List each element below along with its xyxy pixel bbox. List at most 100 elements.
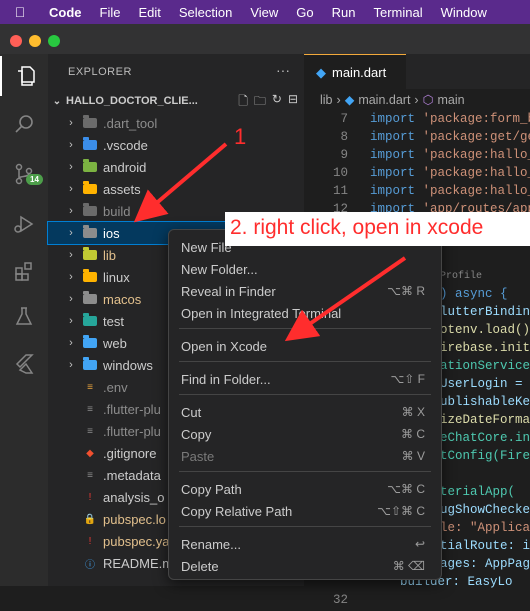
run-debug-icon[interactable]	[0, 204, 48, 244]
menu-item-label: Open in Xcode	[181, 338, 268, 354]
menu-view[interactable]: View	[241, 5, 287, 20]
menu-item-label: Delete	[181, 558, 219, 574]
menu-separator	[179, 328, 431, 329]
code-line: 7 import 'package:form_b	[304, 112, 530, 130]
menu-selection[interactable]: Selection	[170, 5, 241, 20]
menu-item-paste: Paste ⌘ V	[169, 445, 441, 467]
menu-item-copy-relative-path[interactable]: Copy Relative Path ⌥⇧⌘ C	[169, 500, 441, 522]
tree-item-label: linux	[103, 269, 130, 285]
tree-item-label: .gitignore	[103, 445, 157, 461]
chevron-right-icon: ›	[69, 249, 73, 261]
menu-item-open-in-integrated-terminal[interactable]: Open in Integrated Terminal	[169, 302, 441, 324]
menu-item-label: New Folder...	[181, 261, 258, 277]
tree-item-label: ios	[103, 225, 120, 241]
menu-item-copy-path[interactable]: Copy Path ⌥⌘ C	[169, 478, 441, 500]
menu-terminal[interactable]: Terminal	[365, 5, 432, 20]
folder-icon	[82, 335, 98, 350]
search-icon[interactable]	[0, 104, 48, 144]
menu-file[interactable]: File	[91, 5, 130, 20]
menu-item-shortcut: ↩	[414, 537, 425, 551]
tab-main-dart[interactable]: ◆ main.dart	[304, 54, 406, 90]
breadcrumb-lib[interactable]: lib	[320, 93, 333, 107]
menu-item-reveal-in-finder[interactable]: Reveal in Finder ⌥⌘ R	[169, 280, 441, 302]
menu-go[interactable]: Go	[287, 5, 322, 20]
folder-icon	[82, 181, 98, 196]
new-file-icon[interactable]: 🗋	[238, 92, 248, 113]
code-fragment: UserLogin = a	[440, 377, 530, 391]
flutter-icon[interactable]	[0, 344, 48, 384]
line-number: 9	[340, 148, 348, 162]
menu-item-copy[interactable]: Copy ⌘ C	[169, 423, 441, 445]
code-line: 8 import 'package:get/ge	[304, 130, 530, 148]
close-window-button[interactable]	[10, 35, 22, 47]
folder-icon	[82, 247, 98, 262]
menu-window[interactable]: Window	[432, 5, 496, 20]
minimize-window-button[interactable]	[29, 35, 41, 47]
new-folder-icon[interactable]: 🗀	[254, 92, 266, 113]
tree-item-label: .flutter-plu	[103, 401, 161, 417]
breadcrumb: lib › ◆ main.dart › ⬡ main	[320, 92, 465, 108]
menu-edit[interactable]: Edit	[129, 5, 169, 20]
menu-item-shortcut: ⌥⌘ C	[387, 482, 425, 496]
code-fragment: le: "Applicat	[440, 521, 530, 535]
code-fragment: irebase.initi	[440, 341, 530, 355]
menu-item-new-folder[interactable]: New Folder...	[169, 258, 441, 280]
more-actions-icon[interactable]: ···	[276, 62, 290, 78]
menu-item-delete[interactable]: Delete ⌘ ⌫	[169, 555, 441, 577]
tree-item-label: android	[103, 159, 147, 175]
source-control-icon[interactable]: 14	[0, 154, 48, 194]
chevron-right-icon: ›	[69, 293, 73, 305]
chevron-down-icon: ⌄	[52, 95, 62, 107]
scm-badge: 14	[26, 174, 43, 185]
code-fragment: izeDateFormat	[440, 413, 530, 427]
menu-app-name[interactable]: Code	[40, 5, 91, 20]
folder-icon	[82, 225, 98, 240]
code-text: import 'package:hallo_	[370, 148, 530, 162]
tab-label: main.dart	[332, 65, 387, 80]
menu-item-label: Rename...	[181, 536, 241, 552]
menu-item-shortcut: ⌥⇧ F	[390, 372, 425, 386]
explorer-icon[interactable]	[0, 56, 50, 96]
tree-folder-assets[interactable]: › assets	[48, 178, 304, 200]
tree-item-label: windows	[103, 357, 153, 373]
breadcrumb-symbol[interactable]: main	[438, 93, 465, 107]
folder-icon	[82, 159, 98, 174]
folder-icon	[82, 269, 98, 284]
collapse-all-icon[interactable]: ⊟	[288, 92, 298, 113]
file-icon: ≡	[87, 469, 93, 481]
zoom-window-button[interactable]	[48, 35, 60, 47]
extensions-icon[interactable]	[0, 251, 48, 291]
menu-item-open-in-xcode[interactable]: Open in Xcode	[169, 335, 441, 357]
line-number: 7	[340, 112, 348, 126]
menu-item-find-in-folder[interactable]: Find in Folder... ⌥⇧ F	[169, 368, 441, 390]
tree-folder-vscode[interactable]: › .vscode	[48, 134, 304, 156]
file-icon: ◆	[86, 447, 94, 459]
tree-item-label: pubspec.lo	[103, 511, 166, 527]
code-line: 9 import 'package:hallo_	[304, 148, 530, 166]
testing-icon[interactable]	[0, 297, 48, 337]
folder-icon	[82, 357, 98, 372]
menu-item-rename[interactable]: Rename... ↩	[169, 533, 441, 555]
folder-icon	[82, 115, 98, 130]
line-number: 11	[332, 184, 348, 198]
tree-folder-darttool[interactable]: › .dart_tool	[48, 112, 304, 134]
menu-run[interactable]: Run	[323, 5, 365, 20]
tree-folder-android[interactable]: › android	[48, 156, 304, 178]
code-fragment: ages: AppPag	[440, 557, 530, 571]
menu-item-cut[interactable]: Cut ⌘ X	[169, 401, 441, 423]
menu-item-label: Copy Relative Path	[181, 503, 293, 519]
line-number: 8	[340, 130, 348, 144]
menu-separator	[179, 526, 431, 527]
code-fragment: ) async {	[440, 287, 508, 301]
menu-item-shortcut: ⌥⇧⌘ C	[377, 504, 425, 518]
explorer-context-menu: New File New Folder... Reveal in Finder ⌥⌘ …	[168, 229, 442, 580]
code-fragment: ugShowChecked	[440, 503, 530, 517]
apple-icon[interactable]: 	[0, 4, 40, 20]
tree-item-label: .metadata	[103, 467, 161, 483]
menu-item-shortcut: ⌘ ⌫	[392, 559, 425, 573]
code-text: import 'package:hallo_	[370, 184, 530, 198]
project-name: HALLO_DOCTOR_CLIE...	[66, 95, 198, 107]
menu-item-shortcut: ⌥⌘ R	[387, 284, 425, 298]
refresh-icon[interactable]: ↻	[272, 92, 282, 113]
breadcrumb-file[interactable]: main.dart	[358, 93, 410, 107]
